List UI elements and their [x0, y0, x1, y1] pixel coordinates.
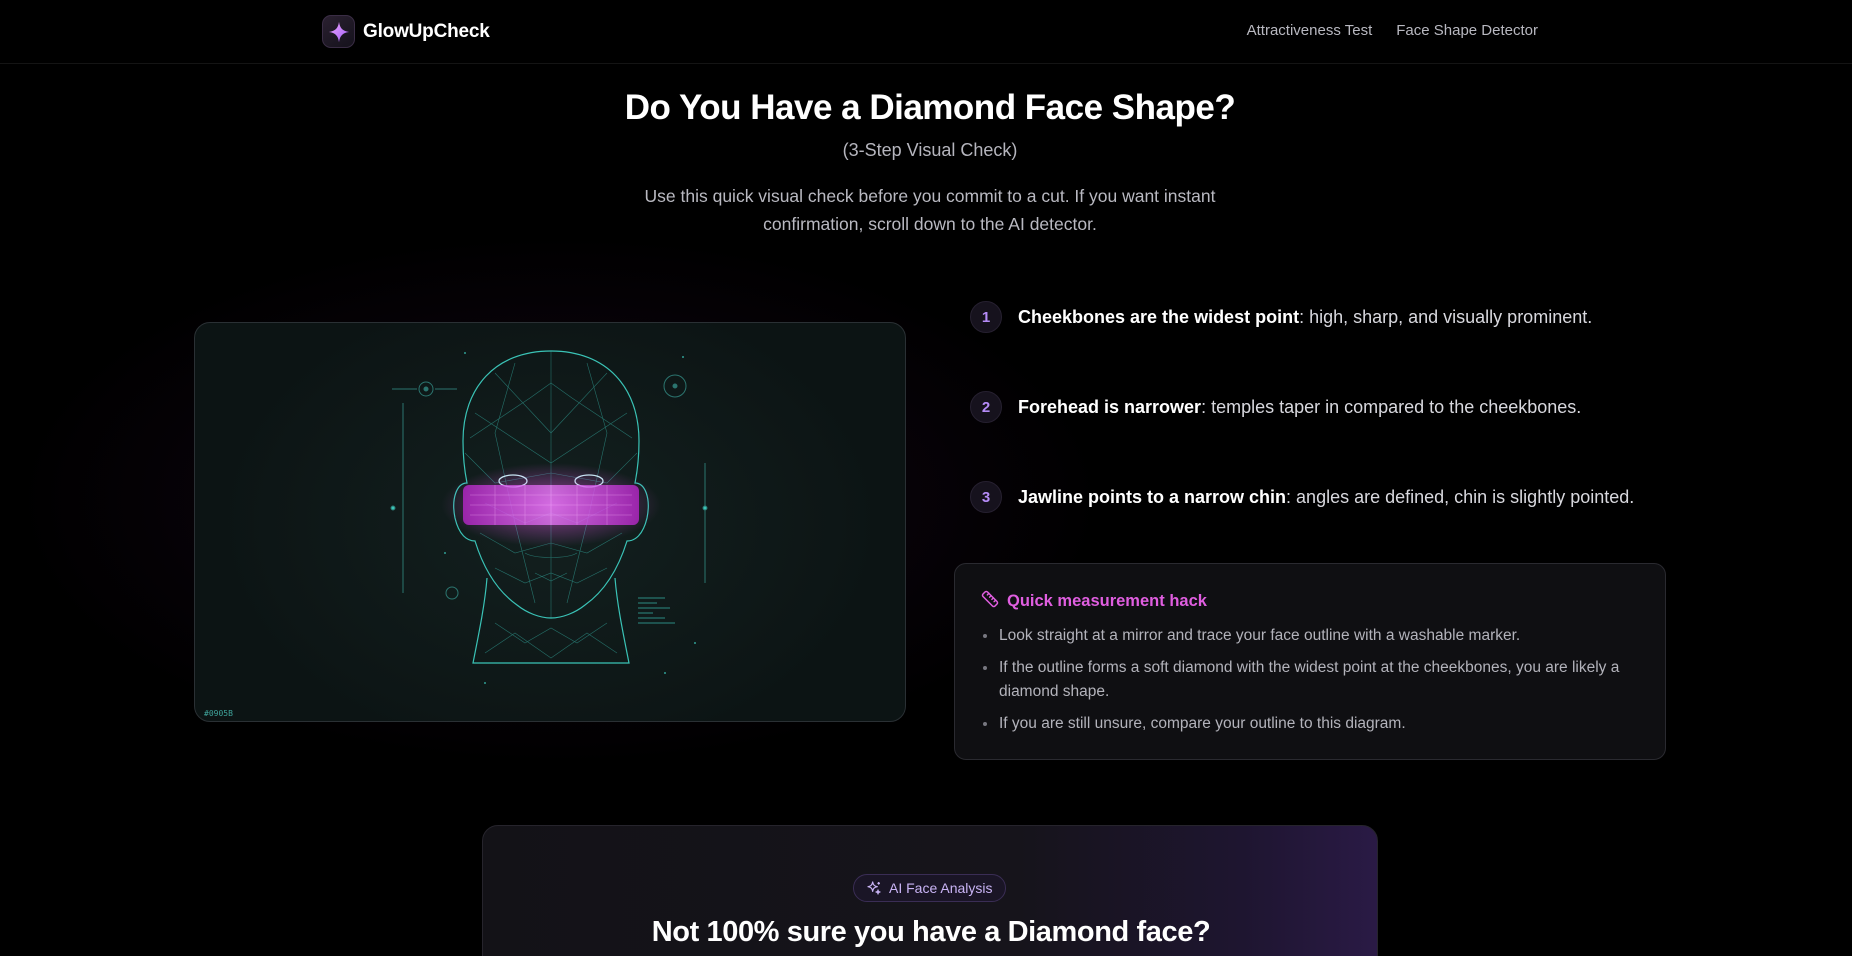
step-number: 3: [970, 481, 1002, 513]
list-item: Look straight at a mirror and trace your…: [983, 624, 1639, 648]
step-text: Forehead is narrower: temples taper in c…: [1018, 397, 1581, 418]
page-title: Do You Have a Diamond Face Shape?: [624, 88, 1236, 127]
site-header: GlowUpCheck Attractiveness Test Face Sha…: [0, 0, 1852, 64]
sparkle-icon: [322, 15, 355, 48]
brand[interactable]: GlowUpCheck: [322, 15, 490, 48]
ai-section-title: Not 100% sure you have a Diamond face?: [651, 916, 1211, 948]
step-text: Cheekbones are the widest point: high, s…: [1018, 307, 1592, 328]
step-item: 2 Forehead is narrower: temples taper in…: [970, 391, 1581, 423]
step-number: 1: [970, 301, 1002, 333]
step-bold: Jawline points to a narrow chin: [1018, 486, 1287, 507]
nav-attractiveness-test[interactable]: Attractiveness Test: [1247, 22, 1373, 39]
sparkles-icon: [866, 880, 882, 896]
list-item: If the outline forms a soft diamond with…: [983, 656, 1639, 704]
step-bold: Forehead is narrower: [1018, 396, 1202, 417]
ruler-icon: [981, 590, 999, 613]
hack-title-text: Quick measurement hack: [1007, 592, 1207, 610]
illustration-code: #0905B: [204, 709, 233, 718]
step-rest: : angles are defined, chin is slightly p…: [1286, 486, 1635, 507]
list-item: If you are still unsure, compare your ou…: [983, 712, 1639, 736]
brand-name: GlowUpCheck: [363, 20, 490, 42]
step-rest: : high, sharp, and visually prominent.: [1299, 306, 1593, 327]
hack-title: Quick measurement hack: [981, 590, 1207, 613]
page-subtitle: (3-Step Visual Check): [842, 140, 1018, 160]
ai-badge: AI Face Analysis: [853, 874, 1006, 902]
main-nav: Attractiveness Test Face Shape Detector: [1247, 22, 1538, 39]
face-mesh-illustration: #0905B: [194, 322, 906, 722]
step-number: 2: [970, 391, 1002, 423]
step-rest: : temples taper in compared to the cheek…: [1201, 396, 1582, 417]
step-item: 3 Jawline points to a narrow chin: angle…: [970, 481, 1634, 513]
face-mesh-drawing: [390, 350, 708, 684]
step-item: 1 Cheekbones are the widest point: high,…: [970, 301, 1592, 333]
ai-analysis-section: AI Face Analysis Not 100% sure you have …: [482, 825, 1378, 956]
step-bold: Cheekbones are the widest point: [1018, 306, 1300, 327]
step-text: Jawline points to a narrow chin: angles …: [1018, 487, 1634, 508]
measurement-hack-card: Quick measurement hack Look straight at …: [954, 563, 1666, 760]
page-description: Use this quick visual check before you c…: [644, 186, 1216, 234]
nav-face-shape-detector[interactable]: Face Shape Detector: [1396, 22, 1538, 39]
hack-list: Look straight at a mirror and trace your…: [983, 624, 1639, 744]
ai-badge-text: AI Face Analysis: [889, 880, 993, 896]
